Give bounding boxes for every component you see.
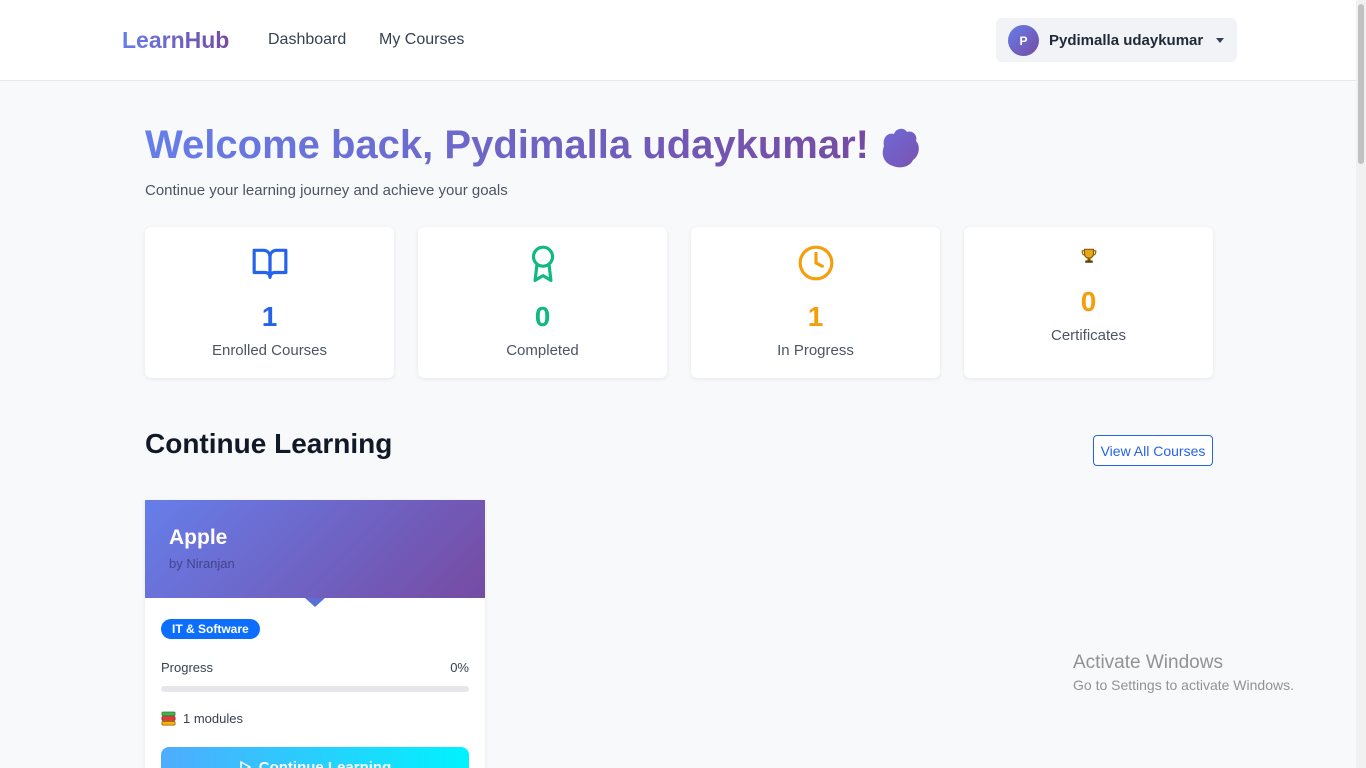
course-author: by Niranjan — [169, 556, 235, 571]
windows-watermark-subtitle: Go to Settings to activate Windows. — [1073, 677, 1294, 693]
course-card[interactable]: Apple by Niranjan IT & Software Progress… — [145, 500, 485, 768]
stat-label: In Progress — [777, 342, 854, 359]
caret-down-icon — [1216, 38, 1224, 43]
progress-percent: 0% — [450, 660, 469, 675]
stat-card-completed: 0 Completed — [418, 227, 667, 378]
welcome-title: Welcome back, Pydimalla udaykumar! — [145, 123, 870, 167]
user-menu-dropdown[interactable]: P Pydimalla udaykumar — [996, 18, 1237, 62]
header-pointer — [305, 598, 325, 607]
course-title: Apple — [169, 526, 228, 549]
course-header: Apple by Niranjan — [145, 500, 485, 598]
stat-card-enrolled: 1 Enrolled Courses — [145, 227, 394, 378]
modules-count: 1 modules — [161, 711, 243, 726]
stat-card-certificates: 0 Certificates — [964, 227, 1213, 378]
stat-label: Completed — [506, 342, 579, 359]
avatar: P — [1008, 25, 1039, 56]
view-all-courses-button[interactable]: View All Courses — [1093, 435, 1213, 466]
user-name: Pydimalla udaykumar — [1049, 32, 1204, 49]
stat-value: 1 — [807, 301, 824, 332]
trophy-icon — [1081, 248, 1096, 263]
continue-button-label: Continue Learning — [258, 758, 392, 768]
nav-link-my-courses[interactable]: My Courses — [379, 31, 464, 49]
stat-value: 1 — [261, 301, 278, 332]
progress-bar — [161, 686, 469, 692]
continue-learning-button[interactable]: Continue Learning — [161, 747, 469, 768]
windows-watermark-title: Activate Windows — [1073, 652, 1223, 673]
scrollbar-thumb[interactable] — [1358, 4, 1364, 164]
section-title: Continue Learning — [145, 428, 393, 459]
waving-hand-icon — [882, 128, 919, 168]
books-icon — [161, 711, 176, 726]
clock-icon — [798, 245, 833, 281]
stat-value: 0 — [1080, 286, 1097, 317]
modules-text: 1 modules — [183, 711, 243, 726]
welcome-subtitle: Continue your learning journey and achie… — [145, 182, 508, 199]
progress-label: Progress — [161, 660, 214, 675]
stat-label: Enrolled Courses — [211, 342, 328, 359]
stat-card-in-progress: 1 In Progress — [691, 227, 940, 378]
book-open-icon — [252, 248, 287, 279]
stat-label: Certificates — [1050, 327, 1127, 344]
vertical-scrollbar[interactable] — [1356, 0, 1366, 768]
play-icon — [240, 761, 251, 768]
navbar: LearnHub Dashboard My Courses P Pydimall… — [0, 0, 1356, 81]
brand-logo[interactable]: LearnHub — [122, 27, 229, 54]
stat-value: 0 — [534, 301, 551, 332]
award-icon — [531, 245, 554, 282]
nav-link-dashboard[interactable]: Dashboard — [268, 31, 346, 49]
category-badge: IT & Software — [161, 619, 260, 639]
